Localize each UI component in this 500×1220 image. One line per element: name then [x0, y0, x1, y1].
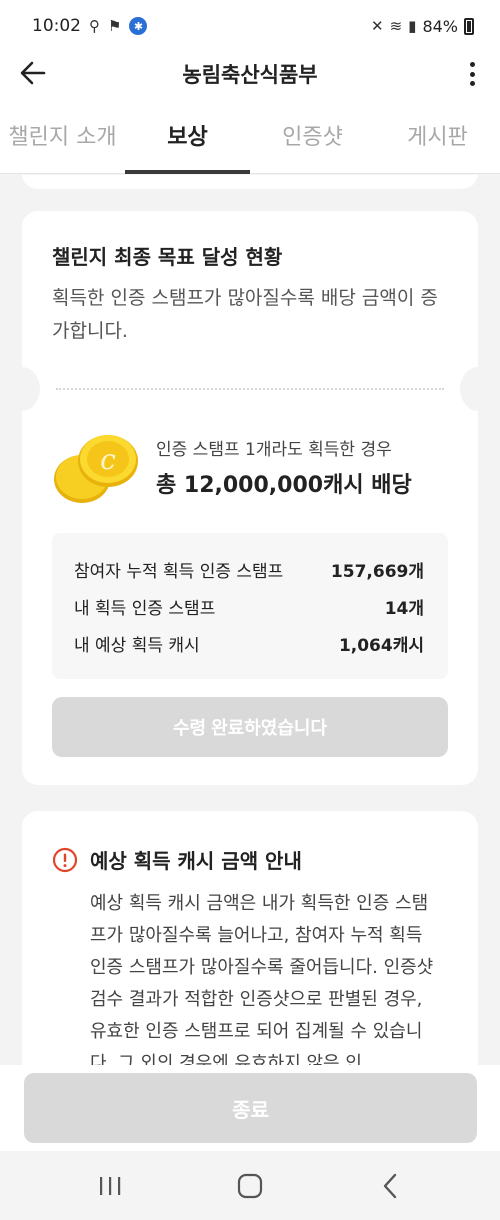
running-icon: ⚑: [108, 17, 122, 35]
tab-challenge-intro[interactable]: 챌린지 소개: [0, 96, 125, 173]
goal-status-card: 챌린지 최종 목표 달성 현황 획득한 인증 스탬프가 많아질수록 배당 금액이…: [4, 211, 496, 785]
mute-icon: ✕: [371, 17, 384, 35]
stat-value: 14개: [384, 599, 424, 619]
app-notification-icon: ✱: [129, 17, 148, 35]
page-title: 농림축산식품부: [182, 63, 318, 87]
back-arrow-icon[interactable]: [18, 58, 48, 88]
recent-apps-icon[interactable]: [90, 1166, 130, 1206]
claim-complete-button[interactable]: 수령 완료하였습니다: [52, 697, 448, 757]
stat-row: 내 획득 인증 스탬프 14개: [74, 588, 424, 625]
stat-label: 참여자 누적 획득 인증 스탬프: [74, 562, 284, 582]
home-icon[interactable]: [230, 1166, 270, 1206]
previous-card-edge: [22, 175, 478, 189]
end-button[interactable]: 종료: [24, 1073, 477, 1143]
stat-value: 1,064캐시: [338, 636, 424, 656]
stats-box: 참여자 누적 획득 인증 스탬프 157,669개 내 획득 인증 스탬프 14…: [52, 533, 448, 679]
scroll-content[interactable]: 챌린지 최종 목표 달성 현황 획득한 인증 스탬프가 많아질수록 배당 금액이…: [0, 175, 500, 1065]
system-nav-bar: [0, 1151, 500, 1220]
signal-icon: ▮: [408, 17, 417, 35]
dotted-divider: [56, 388, 444, 390]
stat-value: 157,669개: [330, 562, 424, 582]
status-time: 10:02: [32, 16, 81, 36]
bottom-action-area: 종료: [0, 1065, 500, 1151]
warning-icon: [52, 847, 78, 872]
stat-label: 내 획득 인증 스탬프: [74, 599, 216, 619]
notice-card: 예상 획득 캐시 금액 안내 예상 획득 캐시 금액은 내가 획득한 인증 스탬…: [22, 811, 478, 1065]
app-bar: 농림축산식품부: [0, 52, 500, 96]
tab-board[interactable]: 게시판: [375, 96, 500, 173]
notice-title: 예상 획득 캐시 금액 안내: [90, 849, 302, 873]
stat-row: 내 예상 획득 캐시 1,064캐시: [74, 625, 424, 662]
reward-amount: 총 12,000,000캐시 배당: [156, 473, 412, 498]
tab-proof-shot[interactable]: 인증샷: [250, 96, 375, 173]
battery-percent: 84%: [422, 16, 458, 36]
tab-reward[interactable]: 보상: [125, 96, 250, 174]
status-bar: 10:02 ⚲ ⚑ ✱ ✕ ≋ ▮ 84%: [0, 0, 500, 52]
coins-icon: c: [54, 435, 138, 503]
stat-row: 참여자 누적 획득 인증 스탬프 157,669개: [74, 551, 424, 588]
svg-text:c: c: [100, 443, 116, 476]
notice-body: 예상 획득 캐시 금액은 내가 획득한 인증 스탬프가 많아질수록 늘어나고, …: [90, 893, 434, 1065]
wifi-icon: ≋: [389, 17, 403, 35]
more-options-icon[interactable]: [468, 62, 476, 86]
cycling-icon: ⚲: [89, 17, 100, 35]
reward-condition: 인증 스탬프 1개라도 획득한 경우: [156, 440, 392, 460]
goal-description: 획득한 인증 스탬프가 많아질수록 배당 금액이 증가합니다.: [52, 287, 438, 342]
stat-label: 내 예상 획득 캐시: [74, 636, 200, 656]
reward-summary: c 인증 스탬프 1개라도 획득한 경우 총 12,000,000캐시 배당: [52, 425, 452, 515]
back-nav-icon[interactable]: [370, 1166, 410, 1206]
battery-icon: [464, 17, 474, 35]
tab-bar: 챌린지 소개 보상 인증샷 게시판: [0, 96, 500, 174]
goal-heading: 챌린지 최종 목표 달성 현황: [52, 245, 283, 269]
